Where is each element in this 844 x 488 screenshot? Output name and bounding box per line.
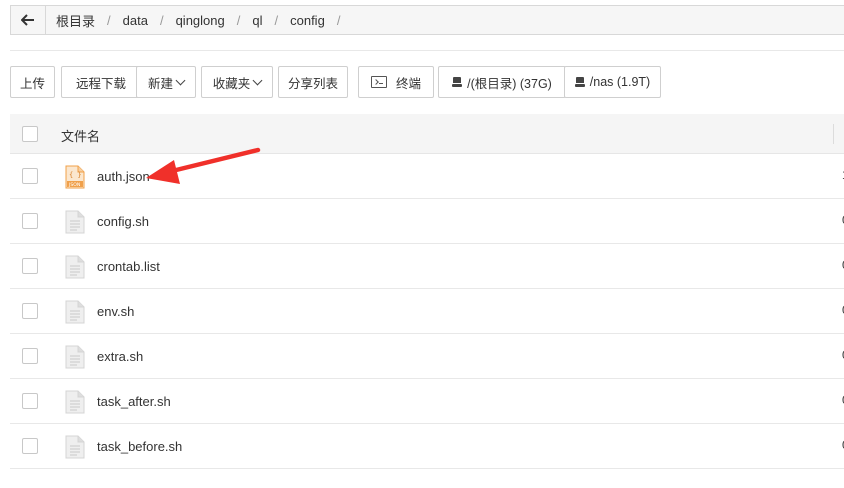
file-name[interactable]: extra.sh	[97, 349, 143, 364]
breadcrumb-bar: 根目录 / data / qinglong / ql / config /	[10, 5, 844, 35]
row-checkbox[interactable]	[22, 213, 38, 229]
disk-root-button[interactable]: /(根目录) (37G)	[438, 66, 566, 98]
remote-download-button[interactable]: 远程下载	[61, 66, 141, 98]
breadcrumb-separator: /	[274, 12, 279, 28]
breadcrumb-qinglong[interactable]: qinglong	[176, 13, 225, 28]
terminal-label: 终端	[395, 76, 421, 91]
svg-text:JSON: JSON	[68, 182, 80, 188]
row-checkbox[interactable]	[22, 303, 38, 319]
disk-root-label: /(根目录) (37G)	[467, 76, 552, 91]
table-row[interactable]: extra.sh 0	[10, 334, 844, 379]
text-file-icon	[65, 255, 85, 279]
breadcrumb-separator: /	[236, 12, 241, 28]
json-file-icon: { } JSON	[65, 165, 85, 189]
terminal-button[interactable]: 终端	[358, 66, 434, 98]
column-header-filename[interactable]: 文件名	[61, 126, 100, 145]
new-dropdown-button[interactable]: 新建	[136, 66, 196, 98]
divider	[10, 50, 844, 51]
file-name[interactable]: config.sh	[97, 214, 149, 229]
file-name[interactable]: crontab.list	[97, 259, 160, 274]
text-file-icon	[65, 345, 85, 369]
file-name[interactable]: task_before.sh	[97, 439, 182, 454]
disk-nas-button[interactable]: /nas (1.9T)	[564, 66, 661, 98]
row-checkbox[interactable]	[22, 393, 38, 409]
upload-button[interactable]: 上传	[10, 66, 55, 98]
text-file-icon	[65, 210, 85, 234]
disk-nas-label: /nas (1.9T)	[589, 75, 651, 89]
text-file-icon	[65, 435, 85, 459]
share-list-label: 分享列表	[287, 76, 338, 91]
file-name[interactable]: auth.json	[97, 169, 150, 184]
select-all-checkbox[interactable]	[22, 126, 38, 142]
table-row[interactable]: config.sh 0	[10, 199, 844, 244]
text-file-icon	[65, 300, 85, 324]
favorites-label: 收藏夹	[212, 76, 251, 91]
file-name[interactable]: env.sh	[97, 304, 134, 319]
table-row[interactable]: crontab.list 0	[10, 244, 844, 289]
disk-icon	[452, 77, 463, 87]
breadcrumb: 根目录 / data / qinglong / ql / config /	[46, 11, 352, 30]
new-label: 新建	[147, 76, 173, 91]
remote-download-label: 远程下载	[75, 76, 126, 91]
breadcrumb-root[interactable]: 根目录	[56, 11, 95, 30]
row-checkbox[interactable]	[22, 348, 38, 364]
table-row[interactable]: task_before.sh 0	[10, 424, 844, 469]
chevron-down-icon	[175, 75, 186, 85]
terminal-icon	[370, 76, 387, 88]
favorites-dropdown-button[interactable]: 收藏夹	[201, 66, 273, 98]
chevron-down-icon	[252, 75, 263, 85]
table-row[interactable]: env.sh 0	[10, 289, 844, 334]
svg-text:{ }: { }	[69, 171, 82, 179]
disk-icon	[574, 77, 586, 87]
breadcrumb-separator: /	[107, 12, 111, 28]
table-row[interactable]: task_after.sh 0	[10, 379, 844, 424]
breadcrumb-ql[interactable]: ql	[252, 13, 262, 28]
breadcrumb-separator: /	[336, 12, 341, 28]
share-list-button[interactable]: 分享列表	[278, 66, 348, 98]
row-checkbox[interactable]	[22, 258, 38, 274]
row-checkbox[interactable]	[22, 438, 38, 454]
file-name[interactable]: task_after.sh	[97, 394, 171, 409]
back-button[interactable]	[11, 6, 46, 34]
arrow-left-icon	[21, 14, 34, 26]
breadcrumb-separator: /	[159, 12, 164, 28]
breadcrumb-config[interactable]: config	[290, 13, 325, 28]
column-divider[interactable]	[833, 124, 834, 144]
row-checkbox[interactable]	[22, 168, 38, 184]
breadcrumb-data[interactable]: data	[123, 13, 148, 28]
text-file-icon	[65, 390, 85, 414]
file-table-header: 文件名	[10, 114, 844, 154]
upload-label: 上传	[19, 76, 45, 91]
table-row[interactable]: { } JSON auth.json 1	[10, 154, 844, 199]
